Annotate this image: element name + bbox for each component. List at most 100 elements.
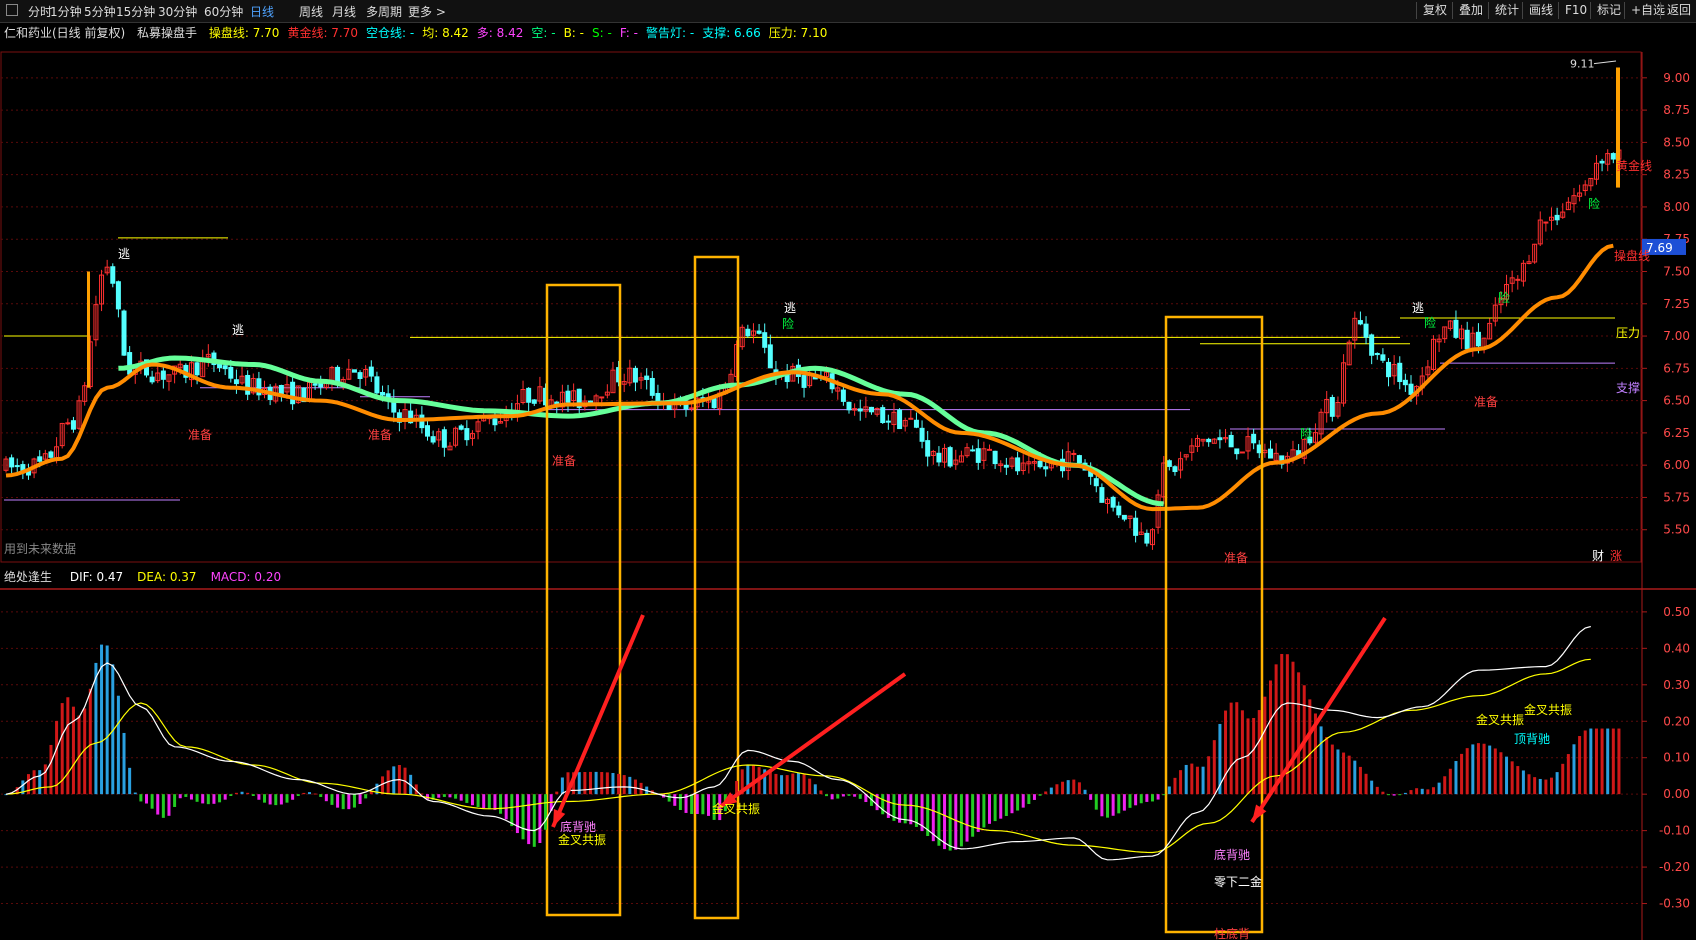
candle-body[interactable] — [233, 379, 239, 385]
candle-body[interactable] — [531, 399, 537, 404]
candle-body[interactable] — [1268, 448, 1273, 459]
candle-body[interactable] — [1144, 532, 1150, 544]
candle-body[interactable] — [936, 452, 942, 463]
period-tab-9[interactable]: 多周期 — [366, 3, 402, 20]
stock-chart[interactable]: 9.008.758.508.258.007.757.507.257.006.75… — [0, 22, 1696, 940]
tool-button-0[interactable]: 复权 — [1416, 2, 1453, 19]
candle-body[interactable] — [913, 419, 919, 428]
candle-body[interactable] — [908, 417, 914, 420]
candle-body[interactable] — [1093, 478, 1099, 487]
candle-body[interactable] — [194, 362, 200, 376]
candle-body[interactable] — [897, 409, 903, 430]
candle-body[interactable] — [970, 449, 976, 452]
candle-body[interactable] — [374, 376, 380, 394]
candle-body[interactable] — [1357, 320, 1363, 325]
candle-body[interactable] — [1043, 466, 1049, 470]
candle-body[interactable] — [464, 428, 470, 441]
candle-body[interactable] — [1453, 319, 1459, 338]
candle-body[interactable] — [357, 372, 363, 379]
period-tab-10[interactable]: 更多 > — [408, 3, 446, 20]
candle-body[interactable] — [1172, 466, 1178, 473]
candle-body[interactable] — [756, 330, 762, 334]
candle-body[interactable] — [380, 391, 386, 396]
tool-button-4[interactable]: F10 — [1558, 2, 1593, 19]
candle-body[interactable] — [1121, 514, 1127, 520]
candle-body[interactable] — [228, 366, 234, 379]
candle-body[interactable] — [222, 365, 228, 370]
candle-body[interactable] — [1099, 487, 1105, 503]
candle-body[interactable] — [1515, 278, 1521, 281]
candle-body[interactable] — [1071, 452, 1077, 455]
candle-body[interactable] — [1329, 397, 1335, 417]
candle-body[interactable] — [1217, 437, 1223, 441]
candle-body[interactable] — [1386, 361, 1392, 378]
candle-body[interactable] — [1116, 505, 1122, 516]
period-tab-0[interactable]: 分时 — [28, 3, 52, 20]
candle-body[interactable] — [37, 456, 43, 462]
candle-body[interactable] — [840, 389, 846, 402]
candle-body[interactable] — [745, 328, 751, 337]
tool-button-7[interactable]: 返回 — [1660, 2, 1696, 19]
candle-body[interactable] — [711, 398, 717, 409]
candle-body[interactable] — [1206, 438, 1212, 443]
candle-body[interactable] — [1374, 352, 1380, 356]
window-icon[interactable] — [6, 4, 18, 16]
candle-body[interactable] — [312, 383, 318, 386]
candle-body[interactable] — [885, 420, 891, 423]
candle-body[interactable] — [127, 352, 133, 375]
candle-body[interactable] — [767, 344, 773, 369]
candle-body[interactable] — [441, 429, 447, 448]
candle-body[interactable] — [1475, 331, 1481, 347]
candle-body[interactable] — [492, 418, 498, 426]
candle-body[interactable] — [565, 390, 571, 403]
rise-badge[interactable]: 涨 — [1610, 548, 1622, 563]
candle-body[interactable] — [278, 384, 284, 395]
candle-body[interactable] — [1599, 160, 1605, 164]
candle-body[interactable] — [919, 427, 925, 442]
candle-body[interactable] — [1228, 434, 1234, 448]
candle-body[interactable] — [1408, 383, 1414, 395]
candle-body[interactable] — [925, 440, 931, 457]
candle-body[interactable] — [801, 375, 807, 388]
candle-body[interactable] — [115, 281, 121, 310]
candle-body[interactable] — [599, 396, 605, 399]
candle-body[interactable] — [160, 370, 166, 380]
candle-body[interactable] — [425, 425, 430, 437]
candle-body[interactable] — [649, 377, 655, 396]
period-tab-6[interactable]: 日线 — [250, 3, 274, 20]
finance-badge[interactable]: 财 — [1592, 549, 1604, 563]
tool-button-2[interactable]: 统计 — [1488, 2, 1525, 19]
candle-body[interactable] — [1402, 379, 1408, 386]
candle-body[interactable] — [857, 408, 863, 412]
candle-body[interactable] — [1133, 517, 1139, 536]
candle-body[interactable] — [121, 310, 127, 356]
candle-body[interactable] — [65, 422, 71, 425]
candle-body[interactable] — [1363, 323, 1369, 338]
period-tab-8[interactable]: 月线 — [332, 3, 356, 20]
candle-body[interactable] — [110, 266, 116, 284]
candle-body[interactable] — [368, 366, 374, 377]
period-tab-3[interactable]: 15分钟 — [116, 3, 155, 20]
candle-body[interactable] — [632, 367, 638, 383]
period-tab-2[interactable]: 5分钟 — [84, 3, 116, 20]
candle-body[interactable] — [1256, 444, 1262, 454]
candle-body[interactable] — [9, 457, 15, 468]
candle-body[interactable] — [458, 425, 464, 430]
candle-body[interactable] — [149, 376, 155, 383]
candle-body[interactable] — [1015, 457, 1021, 472]
tool-button-3[interactable]: 画线 — [1522, 2, 1559, 19]
candle-body[interactable] — [1397, 362, 1403, 383]
candle-body[interactable] — [1251, 433, 1257, 444]
candle-body[interactable] — [868, 406, 874, 413]
candle-body[interactable] — [1610, 153, 1616, 160]
period-tab-1[interactable]: 1分钟 — [50, 3, 82, 20]
candle-body[interactable] — [762, 332, 768, 348]
candle-body[interactable] — [1166, 460, 1172, 467]
candle-body[interactable] — [245, 374, 251, 395]
candle-body[interactable] — [1380, 354, 1386, 361]
period-tab-4[interactable]: 30分钟 — [158, 3, 197, 20]
candle-body[interactable] — [1464, 329, 1470, 350]
candle-body[interactable] — [48, 451, 54, 458]
candle-body[interactable] — [1003, 464, 1009, 468]
candle-body[interactable] — [526, 387, 532, 403]
